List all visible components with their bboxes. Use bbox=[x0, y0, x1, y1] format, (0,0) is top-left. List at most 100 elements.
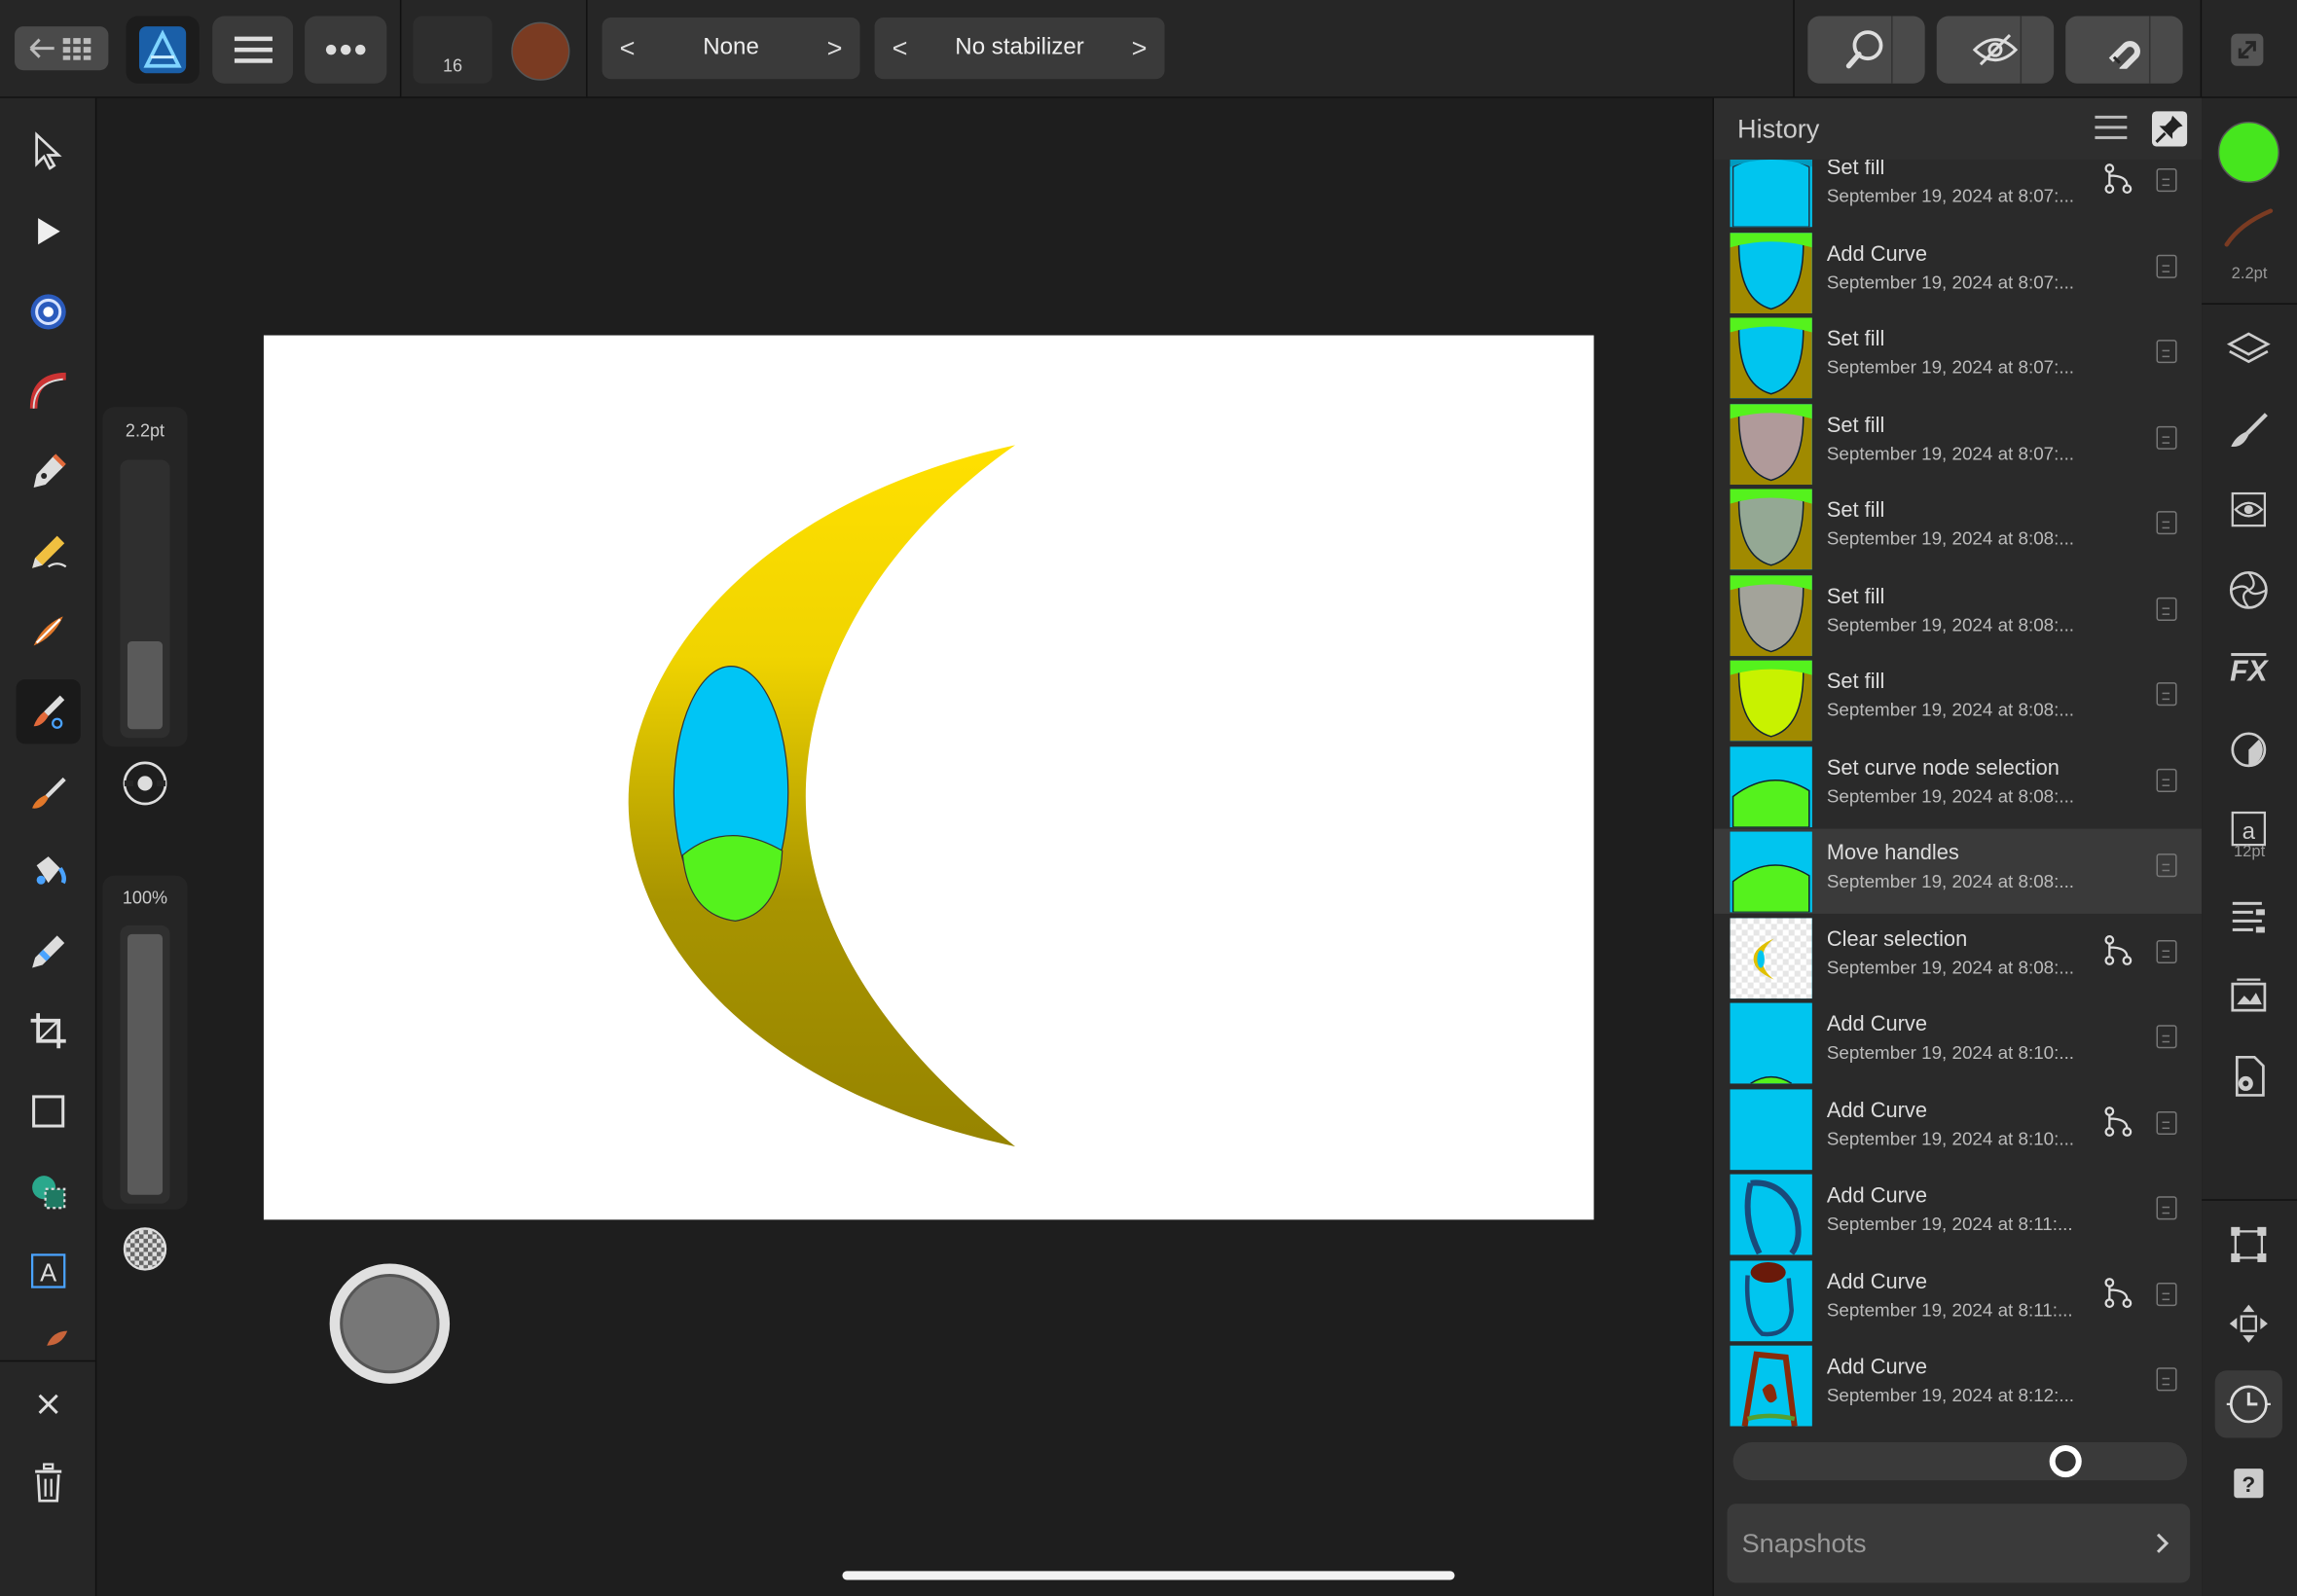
corner-tool[interactable] bbox=[17, 279, 81, 344]
history-item-title: Set fill bbox=[1826, 328, 1885, 352]
snapshot-icon[interactable] bbox=[2156, 511, 2177, 535]
transparency-swatch[interactable] bbox=[122, 1225, 168, 1272]
snapshot-icon[interactable] bbox=[2156, 597, 2177, 621]
contour-tool[interactable] bbox=[17, 359, 81, 423]
history-item[interactable]: Add Curve September 19, 2024 at 8:11:... bbox=[1714, 1257, 2202, 1342]
history-item[interactable]: Set fill September 19, 2024 at 8:08:... bbox=[1714, 487, 2202, 571]
pin-panel-button[interactable] bbox=[2151, 111, 2188, 147]
pixel-brush-tool[interactable] bbox=[16, 679, 81, 744]
opacity-slider[interactable] bbox=[120, 925, 170, 1204]
transparency-tool[interactable] bbox=[17, 920, 81, 984]
paragraph-panel-button[interactable] bbox=[2225, 893, 2272, 940]
snapshot-icon[interactable] bbox=[2156, 1282, 2177, 1306]
assets-panel-button[interactable] bbox=[2225, 972, 2272, 1019]
stabilizer-selector[interactable]: < No stabilizer > bbox=[874, 18, 1165, 80]
snapshot-icon[interactable] bbox=[2156, 1025, 2177, 1049]
fill-tool[interactable] bbox=[17, 839, 81, 903]
transform-panel-button[interactable] bbox=[2225, 1221, 2272, 1268]
snapshot-icon[interactable] bbox=[2156, 853, 2177, 878]
pen-tool[interactable] bbox=[17, 439, 81, 503]
snapshots-button[interactable]: Snapshots bbox=[1727, 1504, 2191, 1583]
crop-tool[interactable] bbox=[17, 998, 81, 1063]
history-item[interactable]: Set fill September 19, 2024 at 8:07:... bbox=[1714, 159, 2202, 229]
paint-brush-tool[interactable] bbox=[17, 760, 81, 824]
snapshot-icon[interactable] bbox=[2156, 1196, 2177, 1220]
move-tool[interactable] bbox=[17, 119, 81, 183]
main-menu-button[interactable] bbox=[212, 16, 294, 84]
home-indicator bbox=[842, 1571, 1455, 1580]
stabilizer-prev-button[interactable]: < bbox=[893, 33, 908, 64]
branch-icon[interactable] bbox=[2103, 1276, 2133, 1308]
history-item[interactable]: Set fill September 19, 2024 at 8:07:... bbox=[1714, 314, 2202, 399]
layers-panel-button[interactable] bbox=[2225, 327, 2272, 374]
snapshot-icon[interactable] bbox=[2156, 1367, 2177, 1392]
pencil-tool[interactable] bbox=[17, 520, 81, 584]
blend-next-button[interactable]: > bbox=[827, 33, 843, 64]
snapshot-icon[interactable] bbox=[2156, 682, 2177, 707]
stabilizer-next-button[interactable]: > bbox=[1132, 33, 1148, 64]
snapshot-icon[interactable] bbox=[2156, 1110, 2177, 1135]
node-tool[interactable] bbox=[17, 200, 81, 264]
history-menu-button[interactable] bbox=[2095, 114, 2128, 143]
snapshot-icon[interactable] bbox=[2156, 425, 2177, 450]
brush-color-swatch[interactable] bbox=[511, 21, 570, 81]
history-item[interactable]: Add Curve September 19, 2024 at 8:11:... bbox=[1714, 1172, 2202, 1256]
rectangle-tool[interactable] bbox=[17, 1079, 81, 1143]
more-options-button[interactable] bbox=[305, 16, 387, 84]
snapping-button[interactable] bbox=[2065, 16, 2183, 84]
navigator-panel-button[interactable] bbox=[2225, 1300, 2272, 1347]
history-scrubber-handle[interactable] bbox=[2049, 1445, 2082, 1478]
history-panel-button[interactable] bbox=[2214, 1370, 2282, 1438]
snapshot-icon[interactable] bbox=[2156, 340, 2177, 364]
history-item[interactable]: Move handles September 19, 2024 at 8:08:.… bbox=[1713, 828, 2203, 914]
history-item[interactable]: Clear selection September 19, 2024 at 8:0… bbox=[1714, 915, 2202, 999]
moon-artwork[interactable] bbox=[264, 336, 1594, 1220]
history-item[interactable]: Add Curve September 19, 2024 at 8:10:... bbox=[1714, 1086, 2202, 1171]
fullscreen-button[interactable] bbox=[2228, 31, 2266, 69]
history-item[interactable]: Add Curve September 19, 2024 at 8:07:... bbox=[1714, 229, 2202, 313]
brush-width-slider[interactable] bbox=[120, 459, 170, 739]
branch-icon[interactable] bbox=[2103, 933, 2133, 965]
history-scrubber[interactable] bbox=[1732, 1442, 2188, 1481]
history-item[interactable]: Set fill September 19, 2024 at 8:08:... bbox=[1714, 572, 2202, 657]
svg-text:a: a bbox=[2242, 818, 2256, 845]
brush-width-preview[interactable] bbox=[2222, 206, 2275, 250]
blend-mode-selector[interactable]: < None > bbox=[602, 18, 860, 80]
history-item[interactable]: Add Curve September 19, 2024 at 8:10:... bbox=[1714, 1000, 2202, 1085]
snapshot-icon[interactable] bbox=[2156, 939, 2177, 963]
snapshot-icon[interactable] bbox=[2156, 168, 2177, 193]
shape-builder-tool[interactable] bbox=[17, 1160, 81, 1224]
more-tools-indicator[interactable] bbox=[41, 1328, 70, 1349]
vector-brush-tool[interactable] bbox=[17, 598, 81, 663]
brush-size-control[interactable]: 16 bbox=[413, 16, 492, 84]
snapshot-icon[interactable] bbox=[2156, 254, 2177, 278]
history-item[interactable]: Set curve node selection September 19, 20… bbox=[1714, 744, 2202, 828]
branch-icon[interactable] bbox=[2103, 1105, 2133, 1137]
view-tool-button[interactable] bbox=[1807, 16, 1925, 84]
history-item[interactable]: Add Curve September 19, 2024 at 8:12:... bbox=[1714, 1343, 2202, 1428]
cancel-button[interactable] bbox=[17, 1372, 81, 1436]
history-item[interactable]: Set fill September 19, 2024 at 8:07:... bbox=[1714, 401, 2202, 486]
brushes-panel-button[interactable] bbox=[2225, 407, 2272, 453]
history-list: Set fill September 19, 2024 at 8:07:... Ad… bbox=[1713, 159, 2203, 1431]
view-mode-button[interactable] bbox=[1936, 16, 2055, 84]
precision-toggle[interactable] bbox=[122, 760, 168, 807]
branch-icon[interactable] bbox=[2103, 163, 2133, 195]
snapshot-icon[interactable] bbox=[2156, 768, 2177, 792]
designer-persona-button[interactable] bbox=[126, 16, 200, 84]
help-button[interactable]: ? bbox=[2225, 1460, 2272, 1506]
color-panel-button[interactable] bbox=[2225, 566, 2272, 613]
artistic-text-tool[interactable]: A bbox=[17, 1239, 81, 1303]
snapshots-label: Snapshots bbox=[1741, 1528, 1867, 1558]
history-item[interactable]: Set fill September 19, 2024 at 8:08:... bbox=[1714, 658, 2202, 743]
blend-prev-button[interactable]: < bbox=[620, 33, 636, 64]
document-canvas[interactable] bbox=[263, 335, 1594, 1220]
contextual-action-button[interactable] bbox=[329, 1263, 451, 1384]
back-to-gallery-button[interactable] bbox=[15, 26, 109, 71]
primary-color-swatch[interactable] bbox=[2217, 121, 2279, 184]
delete-button[interactable] bbox=[17, 1451, 81, 1515]
effects-panel-button[interactable]: FX bbox=[2225, 646, 2272, 693]
document-settings-button[interactable] bbox=[2225, 1053, 2272, 1100]
appearance-panel-button[interactable] bbox=[2225, 487, 2272, 533]
styles-panel-button[interactable] bbox=[2225, 726, 2272, 773]
